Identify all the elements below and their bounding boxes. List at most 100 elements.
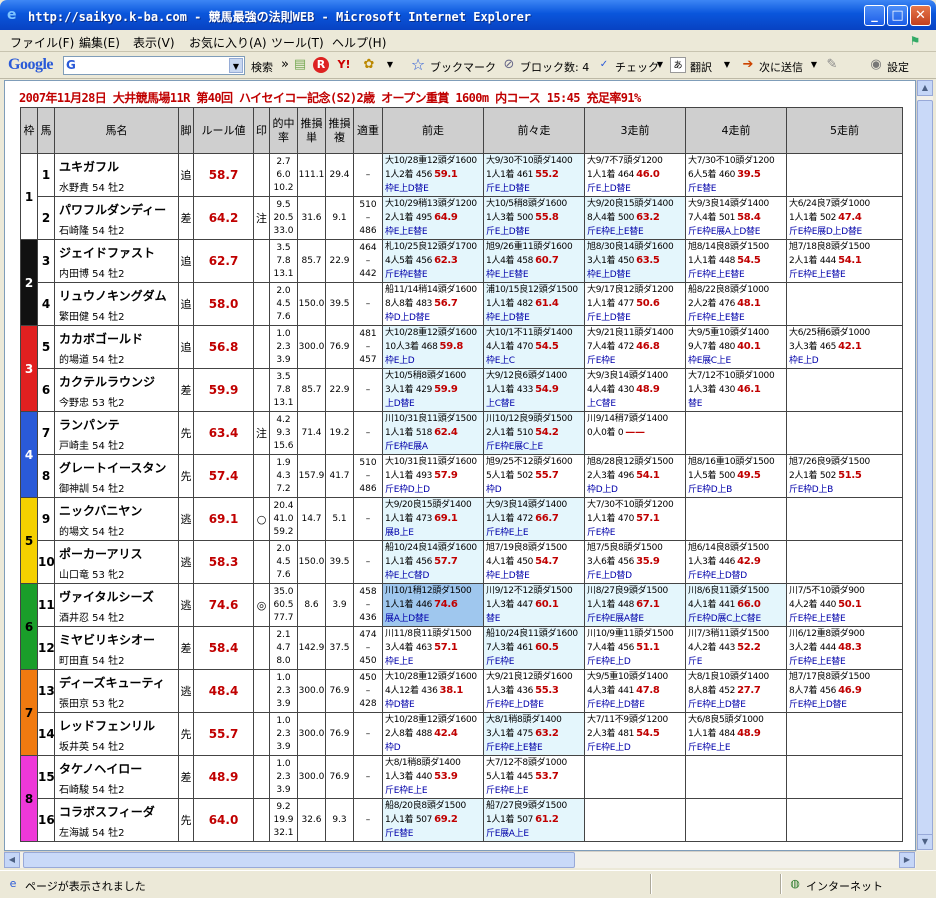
close-button[interactable]: ✕ [910,5,931,26]
race-cell: 大10/5稍8頭ダ1600 3人1着 429 59.9 上D替E [382,368,484,412]
race-cell: 川7/3稍11頭ダ1500 4人2着 443 52.2 斤E [685,626,787,670]
translate-dropdown-icon[interactable]: ▼ [719,57,735,73]
translate-button[interactable]: 翻訳 [690,59,712,75]
arrow-icon[interactable]: » [277,57,293,73]
race-result: 2人1着 495 64.9 [385,211,483,225]
menu-file[interactable]: ファイル(F) [10,34,74,51]
gift-icon[interactable]: ✿ [361,57,377,73]
horse-number: 7 [37,411,55,455]
race-info: 川10/1稍12頭ダ1500 [385,586,472,596]
horse-name[interactable]: ディーズキューティ [59,674,178,691]
scroll-left-icon[interactable]: ◀ [4,852,20,868]
race-condition: 斤E枠E上E替E [587,227,644,237]
table-row: 8 15 タケノヘイロー 石崎駿 54 牡2 差 48.9 1.0 2.3 3.9 300.0 76… [20,755,903,842]
horse-name[interactable]: ヴァイタルシーズ [59,588,178,605]
horse-name[interactable]: ユキガフル [59,158,178,175]
vertical-scrollbar[interactable]: ▲ ▼ [916,80,933,851]
hit-rate: 4.7 [276,642,291,653]
search-dropdown-button[interactable]: ▼ [229,58,243,73]
race-result: 1人1着 482 61.4 [486,297,584,311]
horse-name[interactable]: コラボスフィーダ [59,803,178,820]
horse-name[interactable]: レッドフェンリル [59,717,178,734]
menu-edit[interactable]: 編集(E) [79,34,120,51]
search-input[interactable]: G ▼ [63,56,245,75]
race-result: 1人2着 456 59.1 [385,168,483,182]
jockey-info: 張田京 53 牝2 [59,699,125,710]
race-info: 川6/12重8頭ダ900 [789,629,865,639]
race-info: 川9/14稍7頭ダ1400 [587,414,668,424]
yahoo-icon[interactable]: Y! [336,57,352,73]
menu-tools[interactable]: ツール(T) [271,34,324,51]
race-score: 55.8 [535,212,559,223]
race-cell: 浦10/15良12頭ダ1500 1人1着 482 61.4 枠E上D替E [483,282,585,326]
race-result-text: 7人4着 456 [587,643,635,653]
race-score: 50.6 [636,298,660,309]
race-cell: 旭7/17良8頭ダ1500 8人7着 456 46.9 斤E枠E上D替E [786,669,903,713]
r-icon[interactable]: R [313,57,329,73]
check-dropdown-icon[interactable]: ▼ [652,57,668,73]
race-score: 42.1 [838,341,862,352]
horse-name[interactable]: ポーカーアリス [59,545,178,562]
hit-rate-cell: 2.7 6.0 10.2 [269,153,298,197]
menu-view[interactable]: 表示(V) [133,34,175,51]
star-icon[interactable]: ☆ [410,57,426,73]
rule-value: 62.7 [193,239,254,283]
scroll-right-icon[interactable]: ▶ [899,852,915,868]
menu-favorites[interactable]: お気に入り(A) [189,34,267,51]
pencil-icon[interactable]: ✎ [824,57,840,73]
minimize-button[interactable]: _ [864,5,885,26]
race-result-text: 4人12着 436 [385,686,438,696]
horse-name[interactable]: カカボゴールド [59,330,178,347]
race-result: 1人1着 477 50.6 [587,297,685,311]
hit-rate: 2.3 [276,728,291,739]
horse-name[interactable]: ミヤビリキシオー [59,631,178,648]
scroll-up-icon[interactable]: ▲ [917,80,933,96]
horse-name[interactable]: グレートイースタン [59,459,178,476]
horizontal-scroll-thumb[interactable] [23,852,575,868]
race-cell [584,798,686,842]
weight-value: 474 [359,629,377,640]
horse-name[interactable]: タケノヘイロー [59,760,178,777]
race-info: 旭8/14良8頭ダ1500 [688,242,769,252]
race-cell: 大7/12不10頭ダ1000 1人3着 430 46.1 替E [685,368,787,412]
dropdown-icon[interactable]: ▼ [382,57,398,73]
horse-name[interactable]: ニックバニヤン [59,502,178,519]
horse-name[interactable]: パワフルダンディー [59,201,178,218]
status-text: ページが表示されました [25,880,146,893]
race-result-text: 5人1着 502 [486,471,534,481]
bookmark-button[interactable]: ブックマーク [430,59,496,75]
block-count-button[interactable]: ブロック数: 4 [520,59,589,75]
send-to-button[interactable]: 次に送信 [759,59,803,75]
race-result [789,155,902,169]
horse-name-cell: カカボゴールド的場道 54 牡2 [54,325,179,369]
horse-name[interactable]: カクテルラウンジ [59,373,178,390]
race-score: 53.9 [434,771,458,782]
hit-rate-cell: 1.0 2.3 3.9 [269,325,298,369]
rule-value: 48.9 [193,755,254,799]
race-result-text: 1人1着 493 [385,471,433,481]
horizontal-scrollbar[interactable]: ◀ ▶ [4,851,916,868]
win-loss-place: 76.9 [325,755,354,799]
race-info: 大9/5重10頭ダ1400 [688,328,769,338]
news-icon[interactable]: ▤ [292,57,308,73]
race-score: 54.5 [737,255,761,266]
mark [253,626,270,670]
search-button[interactable]: 検索 [251,59,273,75]
horse-name[interactable]: ランパンテ [59,416,178,433]
race-condition: 枠E上C替D [385,571,430,581]
menu-help[interactable]: ヘルプ(H) [332,34,386,51]
vertical-scroll-thumb[interactable] [917,100,933,838]
horse-name[interactable]: リュウノキングダム [59,287,178,304]
table-row: 3 5 カカボゴールド 的場道 54 牡2 追 56.8 1.0 2.3 3.9 300.0 76.… [20,325,903,412]
horse-name[interactable]: ジェイドファスト [59,244,178,261]
jockey-info: 的場道 54 牡2 [59,355,125,366]
race-info: 大10/28重12頭ダ1600 [385,672,477,682]
weight-value: 510 [359,457,377,468]
scroll-down-icon[interactable]: ▼ [917,834,933,850]
race-condition: 枠D替E [385,700,415,710]
maximize-button[interactable]: □ [887,5,908,26]
settings-button[interactable]: 設定 [887,59,909,75]
race-cell [584,755,686,799]
send-dropdown-icon[interactable]: ▼ [806,57,822,73]
race-score: 61.2 [535,814,559,825]
